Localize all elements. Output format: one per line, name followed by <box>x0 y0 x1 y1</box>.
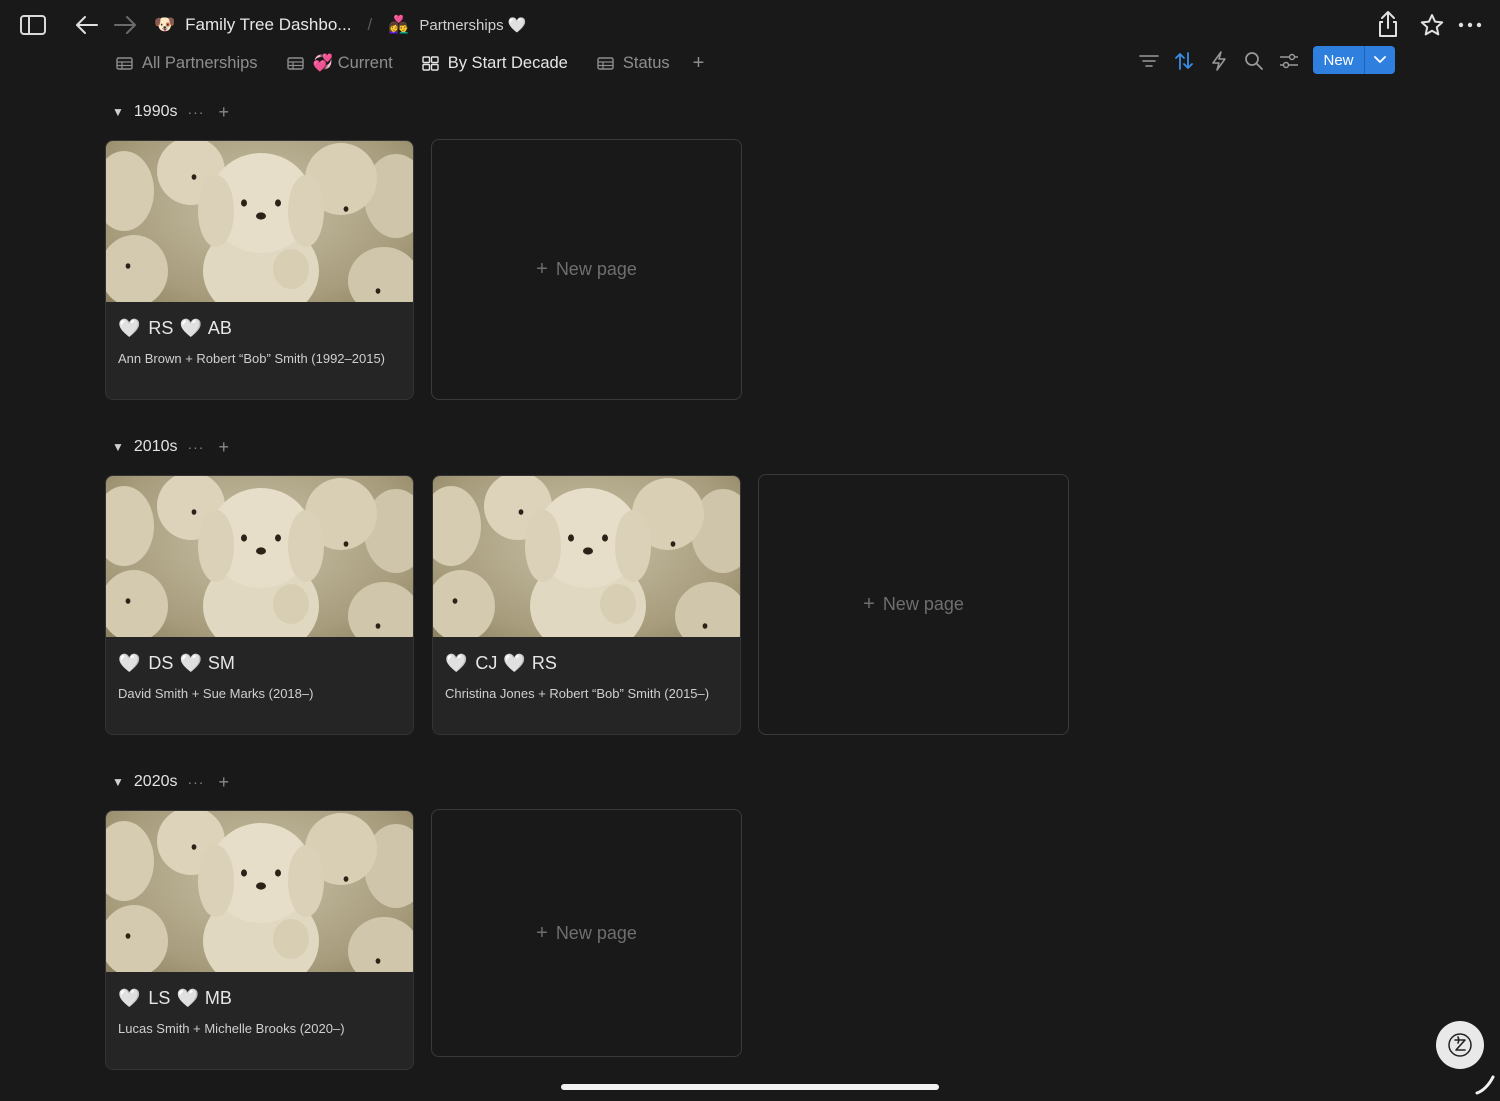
more-options-icon[interactable] <box>1455 10 1485 40</box>
heart-emoji-icon: 🤍 <box>179 653 202 673</box>
new-page-label: New page <box>555 259 637 279</box>
card-cover-image <box>106 476 413 637</box>
gallery-card[interactable]: 🤍 CJ 🤍 RS Christina Jones + Robert “Bob”… <box>432 475 741 735</box>
card-title: 🤍 RS 🤍 AB <box>118 318 232 339</box>
group-add-button[interactable]: + <box>218 437 229 458</box>
caret-down-icon[interactable]: ▼ <box>112 775 124 789</box>
group-more-icon[interactable]: ··· <box>187 439 204 455</box>
gallery-icon <box>422 55 439 71</box>
partner-a-initials: CJ <box>475 653 498 673</box>
plus-icon: + <box>863 593 875 615</box>
card-cover-image <box>106 141 413 302</box>
share-icon[interactable] <box>1373 8 1403 40</box>
sidebar-toggle-icon[interactable] <box>18 12 48 38</box>
table-icon <box>116 56 133 70</box>
new-button[interactable]: New <box>1313 46 1365 74</box>
group-header-2020s[interactable]: ▼ 2020s ··· + <box>112 770 229 794</box>
tab-label: All Partnerships <box>142 53 258 72</box>
new-page-card[interactable]: + New page <box>431 809 742 1057</box>
gallery-card[interactable]: 🤍 LS 🤍 MB Lucas Smith + Michelle Brooks … <box>105 810 414 1070</box>
breadcrumb-parent[interactable]: Family Tree Dashbo... <box>185 15 351 35</box>
breadcrumb: 🐶 Family Tree Dashbo... / 👩‍❤️‍👨 Partner… <box>154 10 526 40</box>
partner-b-initials: MB <box>204 988 232 1008</box>
heart-emoji-icon: 🤍 <box>118 988 141 1008</box>
new-page-card[interactable]: + New page <box>431 139 742 400</box>
table-icon <box>286 56 304 70</box>
heart-emoji-icon: 🤍 <box>118 318 141 338</box>
chevron-down-icon[interactable] <box>1365 46 1395 74</box>
plus-icon: + <box>536 258 548 280</box>
tab-status[interactable]: Status <box>597 54 670 73</box>
search-icon[interactable] <box>1242 49 1266 73</box>
group-header-1990s[interactable]: ▼ 1990s ··· + <box>112 100 229 124</box>
new-page-label: New page <box>555 922 637 943</box>
page-emoji-icon: 🐶 <box>154 15 176 34</box>
card-description: Christina Jones + Robert “Bob” Smith (20… <box>445 686 710 701</box>
back-arrow-icon[interactable] <box>72 10 102 40</box>
caret-down-icon[interactable]: ▼ <box>112 105 124 119</box>
tab-label: Status <box>622 53 670 72</box>
view-settings-icon[interactable] <box>1277 49 1301 73</box>
view-toolbar <box>1137 47 1312 75</box>
heart-emoji-icon: 🤍 <box>503 653 526 673</box>
filter-icon[interactable] <box>1137 49 1161 73</box>
card-cover-image <box>433 476 740 637</box>
breadcrumb-separator: / <box>367 15 373 34</box>
top-bar: 🐶 Family Tree Dashbo... / 👩‍❤️‍👨 Partner… <box>0 0 1500 50</box>
group-more-icon[interactable]: ··· <box>187 104 204 120</box>
heart-emoji-icon: 🤍 <box>179 318 202 338</box>
automation-lightning-icon[interactable] <box>1207 49 1231 73</box>
card-title: 🤍 CJ 🤍 RS <box>445 653 557 674</box>
card-cover-image <box>106 811 413 972</box>
group-more-icon[interactable]: ··· <box>187 774 204 790</box>
couple-emoji-icon: 👩‍❤️‍👨 <box>388 15 410 34</box>
tab-all-partnerships[interactable]: All Partnerships <box>116 54 258 73</box>
tab-by-start-decade[interactable]: By Start Decade <box>422 54 568 73</box>
group-header-2010s[interactable]: ▼ 2010s ··· + <box>112 435 229 459</box>
group-title: 2020s <box>133 773 178 790</box>
breadcrumb-current[interactable]: Partnerships 🤍 <box>419 16 526 34</box>
star-icon[interactable] <box>1417 10 1447 40</box>
heart-emoji-icon: 🤍 <box>176 988 199 1008</box>
card-description: David Smith + Sue Marks (2018–) <box>118 686 314 701</box>
partner-a-initials: RS <box>148 318 174 338</box>
tab-current[interactable]: 💞 Current <box>286 53 393 73</box>
partner-a-initials: LS <box>148 988 171 1008</box>
new-page-card[interactable]: + New page <box>758 474 1069 735</box>
partner-b-initials: RS <box>531 653 557 673</box>
group-add-button[interactable]: + <box>218 772 229 793</box>
heart-emoji-icon: 🤍 <box>445 653 468 673</box>
pencil-hover-icon <box>1474 1074 1496 1096</box>
plus-icon: + <box>536 921 548 944</box>
view-tabs: All Partnerships 💞 Current By Start Deca… <box>116 48 704 78</box>
tab-label: By Start Decade <box>447 53 568 72</box>
card-title: 🤍 LS 🤍 MB <box>118 988 232 1009</box>
card-title: 🤍 DS 🤍 SM <box>118 653 235 674</box>
ai-assistant-button[interactable] <box>1436 1021 1484 1069</box>
new-button-group: New <box>1313 46 1395 74</box>
partner-a-initials: DS <box>148 653 174 673</box>
group-add-button[interactable]: + <box>218 102 229 123</box>
gallery-card[interactable]: 🤍 DS 🤍 SM David Smith + Sue Marks (2018–… <box>105 475 414 735</box>
gallery-card[interactable]: 🤍 RS 🤍 AB Ann Brown + Robert “Bob” Smith… <box>105 140 414 400</box>
card-description: Lucas Smith + Michelle Brooks (2020–) <box>118 1021 345 1036</box>
tab-label: 💞 Current <box>312 53 393 72</box>
forward-arrow-icon[interactable] <box>110 10 140 40</box>
table-icon <box>597 56 614 70</box>
new-page-label: New page <box>882 594 964 614</box>
group-title: 2010s <box>133 438 178 455</box>
home-indicator <box>561 1084 939 1090</box>
add-view-button[interactable]: + <box>693 52 705 75</box>
partner-b-initials: AB <box>207 318 232 338</box>
group-title: 1990s <box>133 103 178 120</box>
card-description: Ann Brown + Robert “Bob” Smith (1992–201… <box>118 351 386 366</box>
sort-icon[interactable] <box>1172 49 1196 73</box>
caret-down-icon[interactable]: ▼ <box>112 440 124 454</box>
partner-b-initials: SM <box>207 653 235 673</box>
heart-emoji-icon: 🤍 <box>118 653 141 673</box>
